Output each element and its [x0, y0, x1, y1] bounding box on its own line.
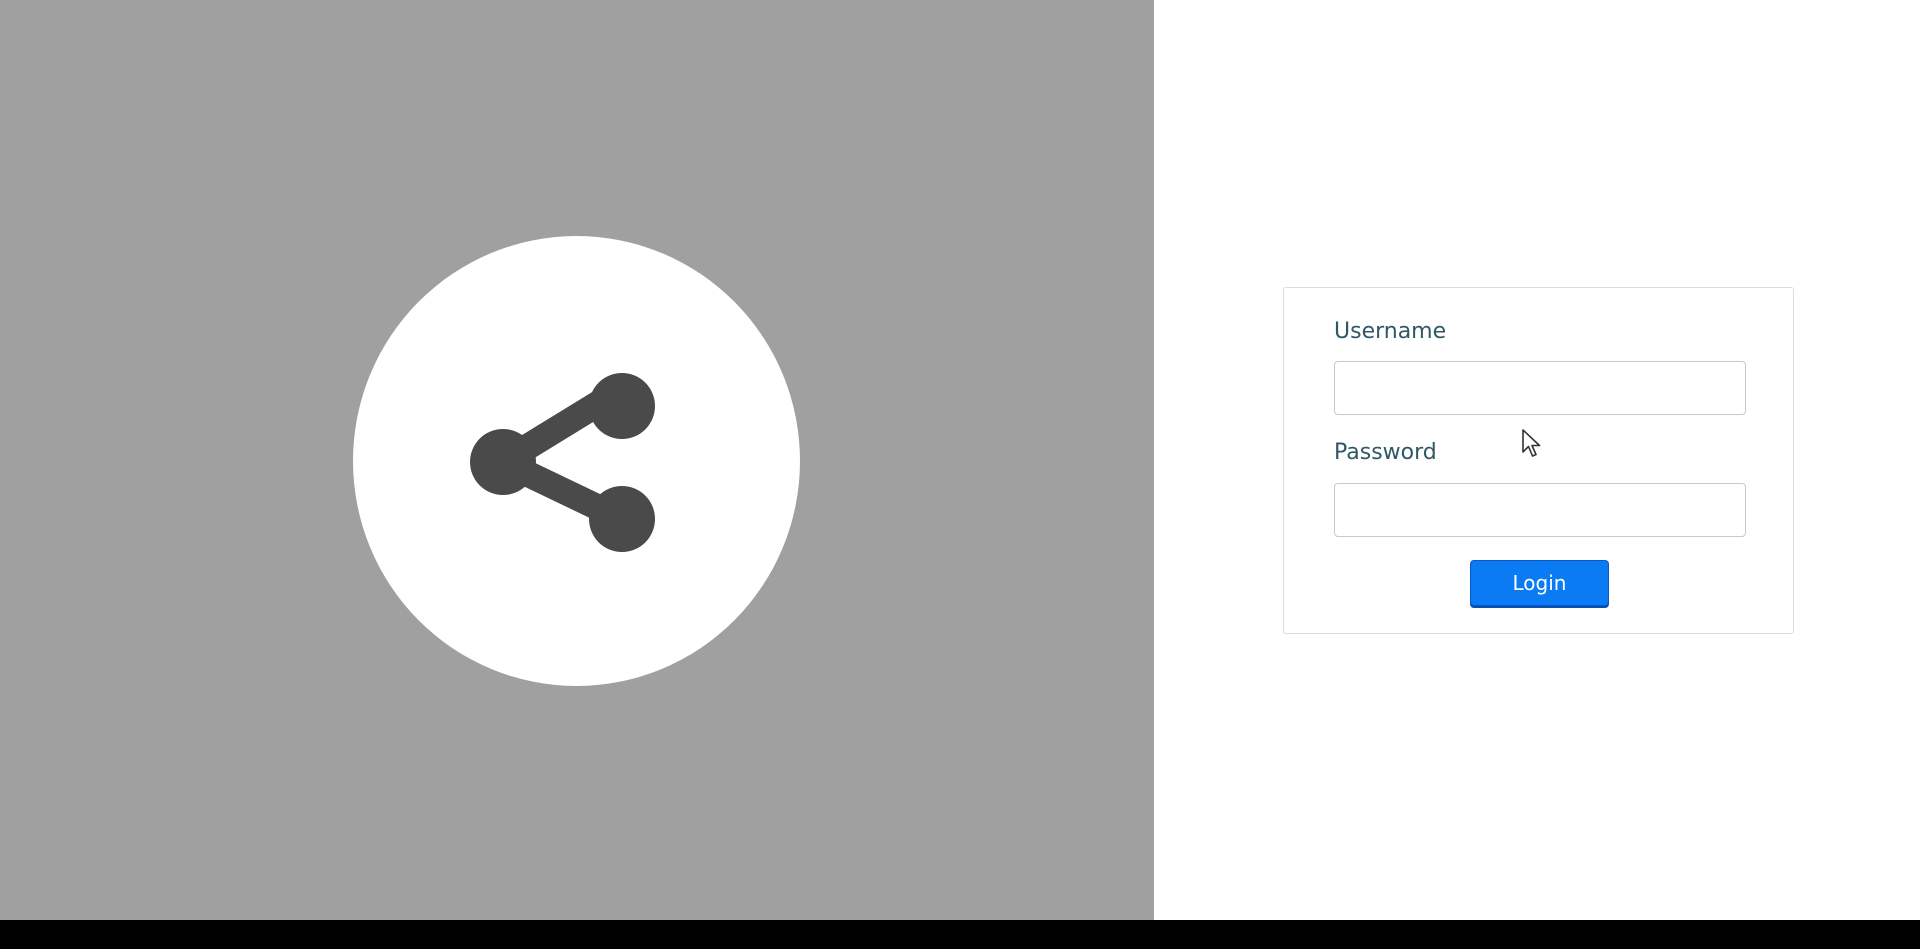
login-button[interactable]: Login: [1470, 560, 1609, 606]
mouse-cursor-icon: [1522, 429, 1541, 457]
share-icon: [470, 373, 655, 552]
login-page: Username Password Login: [0, 0, 1920, 920]
brand-panel: [0, 0, 1154, 920]
logo-circle: [353, 236, 800, 686]
username-label: Username: [1334, 319, 1447, 344]
login-form: Username Password Login: [1283, 287, 1794, 634]
password-label: Password: [1334, 440, 1437, 465]
password-input[interactable]: [1334, 483, 1746, 537]
username-input[interactable]: [1334, 361, 1746, 415]
bottom-bar: [0, 920, 1920, 949]
